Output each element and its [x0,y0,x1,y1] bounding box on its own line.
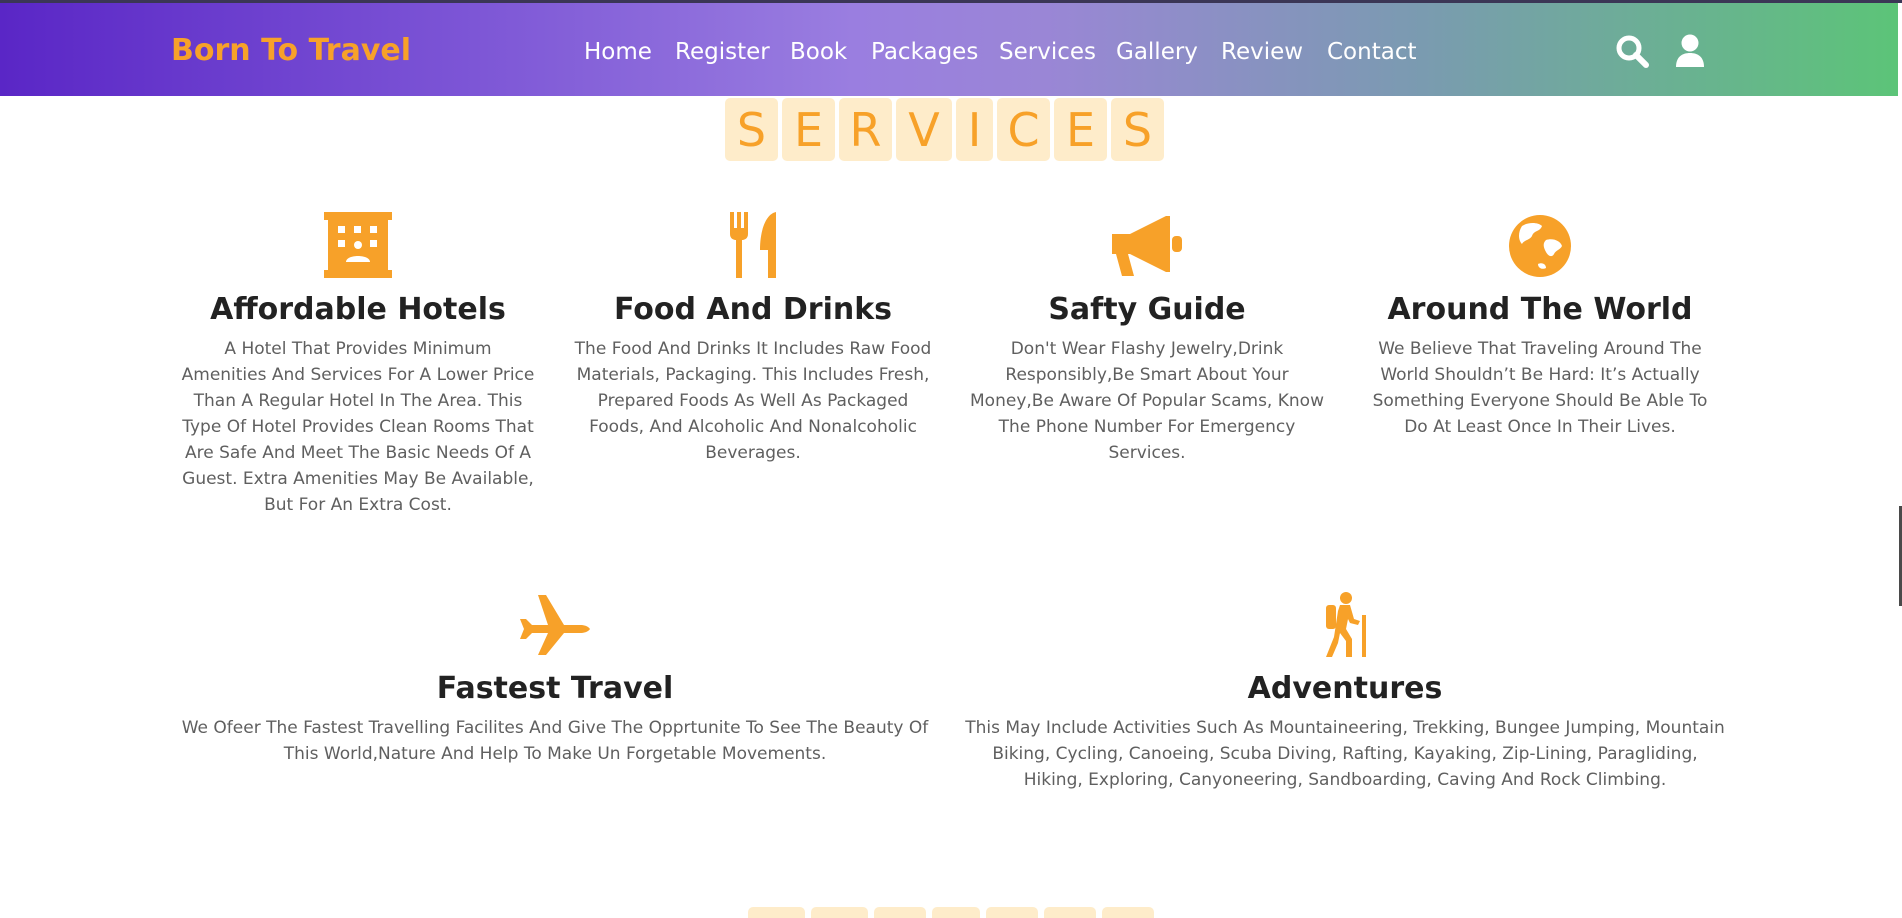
title-tile [1044,907,1096,918]
service-description: This May Include Activities Such As Moun… [965,718,1725,790]
service-card-adventures: Adventures This May Include Activities S… [965,591,1725,793]
nav-register[interactable]: Register [675,34,790,70]
site-header: Born To Travel Home Register Book Packag… [0,3,1898,96]
title-letter: S [1111,98,1164,161]
title-letter: E [1054,98,1107,161]
nav-home[interactable]: Home [584,34,675,70]
bullhorn-icon [1112,216,1182,276]
title-tile [1102,907,1154,918]
title-letter: R [839,98,892,161]
title-letter: S [725,98,778,161]
service-description: Don't Wear Flashy Jewelry,Drink Responsi… [970,339,1324,463]
service-card-travel: Fastest Travel We Ofeer The Fastest Trav… [178,591,932,767]
title-letter: C [997,98,1050,161]
main-nav: Home Register Book Packages Services Gal… [584,34,1427,70]
nav-gallery[interactable]: Gallery [1116,34,1221,70]
user-icon[interactable] [1672,33,1708,69]
service-description: We Believe That Traveling Around The Wor… [1372,339,1708,437]
service-card-world: Around The World We Believe That Traveli… [1360,210,1720,440]
service-title: Around The World [1387,292,1693,327]
globe-icon [1509,215,1571,277]
nav-services[interactable]: Services [999,34,1116,70]
service-title: Safty Guide [1048,292,1246,327]
scrollbar[interactable] [1898,96,1902,918]
title-tile [986,907,1038,918]
title-letter: E [782,98,835,161]
hiking-icon [1326,592,1366,657]
title-tile [874,907,926,918]
service-description: A Hotel That Provides Minimum Amenities … [181,339,535,515]
service-description: The Food And Drinks It Includes Raw Food… [574,339,932,463]
search-icon[interactable] [1614,33,1650,69]
site-logo[interactable]: Born To Travel [171,33,411,68]
service-card-hotels: Affordable Hotels A Hotel That Provides … [180,210,536,518]
service-title: Affordable Hotels [210,292,506,327]
service-card-safety: Safty Guide Don't Wear Flashy Jewelry,Dr… [967,210,1327,466]
service-title: Food And Drinks [613,292,893,327]
section-title: S E R V I C E S [725,98,1164,161]
next-section-title [748,907,1154,918]
page: Born To Travel Home Register Book Packag… [0,0,1902,918]
utensils-icon [730,212,776,278]
nav-packages[interactable]: Packages [871,34,999,70]
hotel-icon [324,212,392,278]
title-letter: I [956,98,993,161]
nav-review[interactable]: Review [1221,34,1327,70]
title-letter: V [896,98,952,161]
title-tile [932,907,980,918]
title-tile [811,907,868,918]
service-title: Fastest Travel [436,671,674,706]
service-description: We Ofeer The Fastest Travelling Facilite… [181,718,929,764]
nav-book[interactable]: Book [790,34,871,70]
service-card-food: Food And Drinks The Food And Drinks It I… [573,210,933,466]
nav-contact[interactable]: Contact [1327,34,1427,70]
service-title: Adventures [1247,671,1443,706]
plane-icon [520,595,590,655]
title-tile [748,907,805,918]
